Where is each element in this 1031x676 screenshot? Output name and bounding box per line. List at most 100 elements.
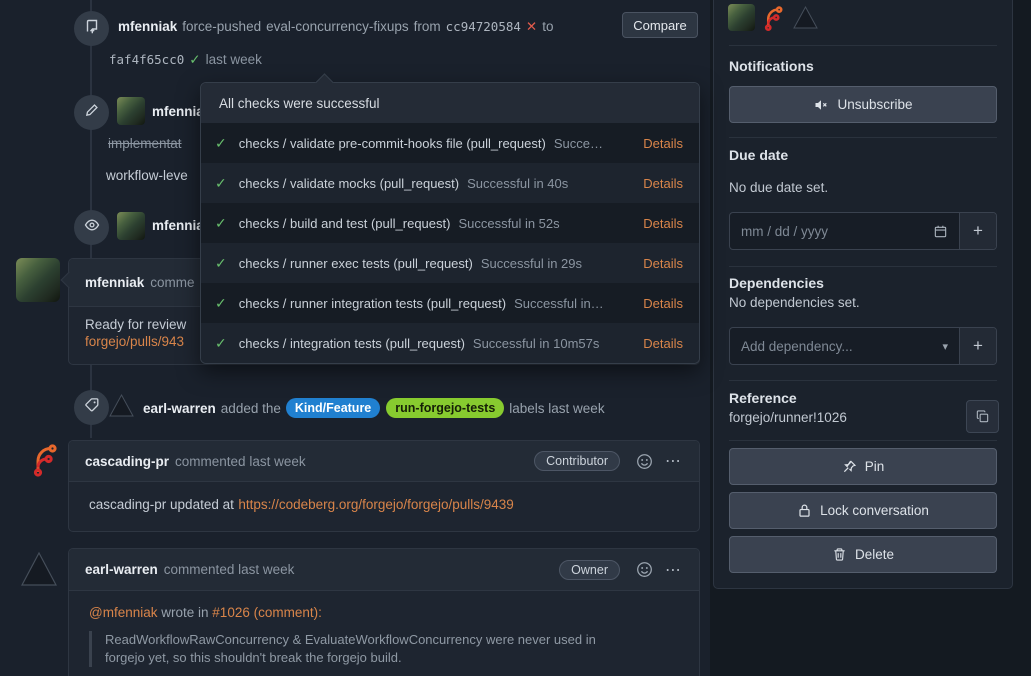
review-event-badge <box>74 210 109 245</box>
unsubscribe-button[interactable]: Unsubscribe <box>729 86 997 123</box>
issue-label[interactable]: run-forgejo-tests <box>386 398 504 418</box>
divider <box>729 380 997 381</box>
dependencies-empty-text: No dependencies set. <box>729 295 860 310</box>
divider <box>729 45 997 46</box>
comment-menu-button[interactable]: ⋯ <box>665 560 683 580</box>
dependency-placeholder: Add dependency... <box>741 339 936 354</box>
check-details-link[interactable]: Details <box>643 136 683 151</box>
check-status: Successful in 29s <box>481 256 582 271</box>
check-row: ✓ checks / runner exec tests (pull_reques… <box>201 243 699 283</box>
add-dependency-button[interactable]: + <box>959 328 996 364</box>
comment-author-link[interactable]: mfenniak <box>85 275 144 290</box>
delete-label: Delete <box>855 547 894 562</box>
check-status: Successful in… <box>514 296 604 311</box>
codeberg-link[interactable]: https://codeberg.org/forgejo/forgejo/pul… <box>238 497 513 512</box>
avatar[interactable] <box>117 97 145 125</box>
check-details-link[interactable]: Details <box>643 336 683 351</box>
issue-ref-link[interactable]: #1026 (comment): <box>212 605 322 620</box>
lock-icon <box>797 503 812 518</box>
copy-reference-button[interactable] <box>966 400 999 433</box>
edit-event-badge <box>74 95 109 130</box>
actor-link[interactable]: mfennia <box>152 218 204 233</box>
check-details-link[interactable]: Details <box>643 176 683 191</box>
comment-meta: commented last week <box>175 454 306 469</box>
from-commit-link[interactable]: cc94720584 <box>446 19 521 34</box>
check-success-icon: ✓ <box>215 135 227 152</box>
to-commit-link[interactable]: faf4f65cc0 <box>109 52 184 67</box>
dependencies-heading: Dependencies <box>729 275 824 291</box>
add-reaction-button[interactable] <box>636 453 653 470</box>
issue-label[interactable]: Kind/Feature <box>286 398 380 418</box>
role-badge: Owner <box>559 560 620 580</box>
mute-icon <box>813 97 829 113</box>
comment-meta: comme <box>150 275 194 290</box>
check-success-icon: ✓ <box>215 175 227 192</box>
tag-icon <box>84 397 100 418</box>
avatar-forgejo-logo[interactable] <box>27 441 63 482</box>
add-reaction-button[interactable] <box>636 561 653 578</box>
pull-link[interactable]: forgejo/pulls/943 <box>85 334 184 349</box>
issue-labels: Kind/Feature run-forgejo-tests <box>286 398 504 418</box>
divider <box>729 137 997 138</box>
check-name: checks / runner integration tests (pull_… <box>239 296 506 311</box>
participant-avatar-forgejo[interactable] <box>760 4 787 31</box>
comment-author-link[interactable]: cascading-pr <box>85 454 169 469</box>
dependency-group: Add dependency... ▾ + <box>729 327 997 365</box>
pencil-icon <box>84 103 99 123</box>
participant-avatar-triangle[interactable] <box>792 4 819 31</box>
check-details-link[interactable]: Details <box>643 216 683 231</box>
pin-label: Pin <box>865 459 885 474</box>
avatar[interactable] <box>117 212 145 240</box>
compare-button[interactable]: Compare <box>622 12 698 38</box>
lock-label: Lock conversation <box>820 503 929 518</box>
comment-text: cascading-pr updated at <box>89 497 234 512</box>
comment-menu-button[interactable]: ⋯ <box>665 451 683 471</box>
new-title-text: workflow-leve <box>106 168 188 183</box>
commit-success-icon[interactable]: ✓ <box>189 52 200 68</box>
action-text: force-pushed <box>182 19 261 34</box>
delete-button[interactable]: Delete <box>729 536 997 573</box>
participant-avatar[interactable] <box>728 4 755 31</box>
avatar-triangle[interactable] <box>18 548 60 595</box>
add-dependency-select[interactable]: Add dependency... ▾ <box>730 328 959 364</box>
divider <box>729 266 997 267</box>
check-status: Successful in 52s <box>458 216 559 231</box>
old-title-text: implementat <box>108 136 182 151</box>
check-name: checks / runner exec tests (pull_request… <box>239 256 473 271</box>
comment-author-link[interactable]: earl-warren <box>85 562 158 577</box>
unsubscribe-label: Unsubscribe <box>837 97 912 112</box>
actor-link[interactable]: mfennia <box>152 104 204 119</box>
check-details-link[interactable]: Details <box>643 256 683 271</box>
pin-button[interactable]: Pin <box>729 448 997 485</box>
participants-row <box>728 4 819 31</box>
check-success-icon: ✓ <box>215 215 227 232</box>
check-details-link[interactable]: Details <box>643 296 683 311</box>
mention-link[interactable]: @mfenniak <box>89 605 157 620</box>
checks-summary: All checks were successful <box>201 83 699 123</box>
check-name: checks / integration tests (pull_request… <box>239 336 465 351</box>
avatar-triangle[interactable] <box>108 392 135 424</box>
event-text: added the <box>221 401 281 416</box>
check-success-icon: ✓ <box>215 335 227 352</box>
actor-link[interactable]: mfenniak <box>118 19 177 34</box>
lock-conversation-button[interactable]: Lock conversation <box>729 492 997 529</box>
reference-value: forgejo/runner!1026 <box>729 410 847 425</box>
add-due-date-button[interactable]: + <box>959 213 996 249</box>
event-time: last week <box>206 52 262 67</box>
avatar[interactable] <box>16 258 60 302</box>
due-date-empty-text: No due date set. <box>729 180 828 195</box>
commit-failed-icon: ✕ <box>526 19 537 35</box>
calendar-icon[interactable] <box>933 224 948 239</box>
check-row: ✓ checks / runner integration tests (pull… <box>201 283 699 323</box>
labels-event-badge <box>74 390 109 425</box>
check-success-icon: ✓ <box>215 295 227 312</box>
actor-link[interactable]: earl-warren <box>143 401 216 416</box>
eye-icon <box>84 217 100 238</box>
reference-heading: Reference <box>729 390 797 406</box>
due-date-input[interactable] <box>741 224 927 239</box>
check-success-icon: ✓ <box>215 255 227 272</box>
copy-icon <box>975 409 990 424</box>
branch-name[interactable]: eval-concurrency-fixups <box>266 19 409 34</box>
check-name: checks / validate mocks (pull_request) <box>239 176 459 191</box>
due-date-heading: Due date <box>729 147 788 163</box>
